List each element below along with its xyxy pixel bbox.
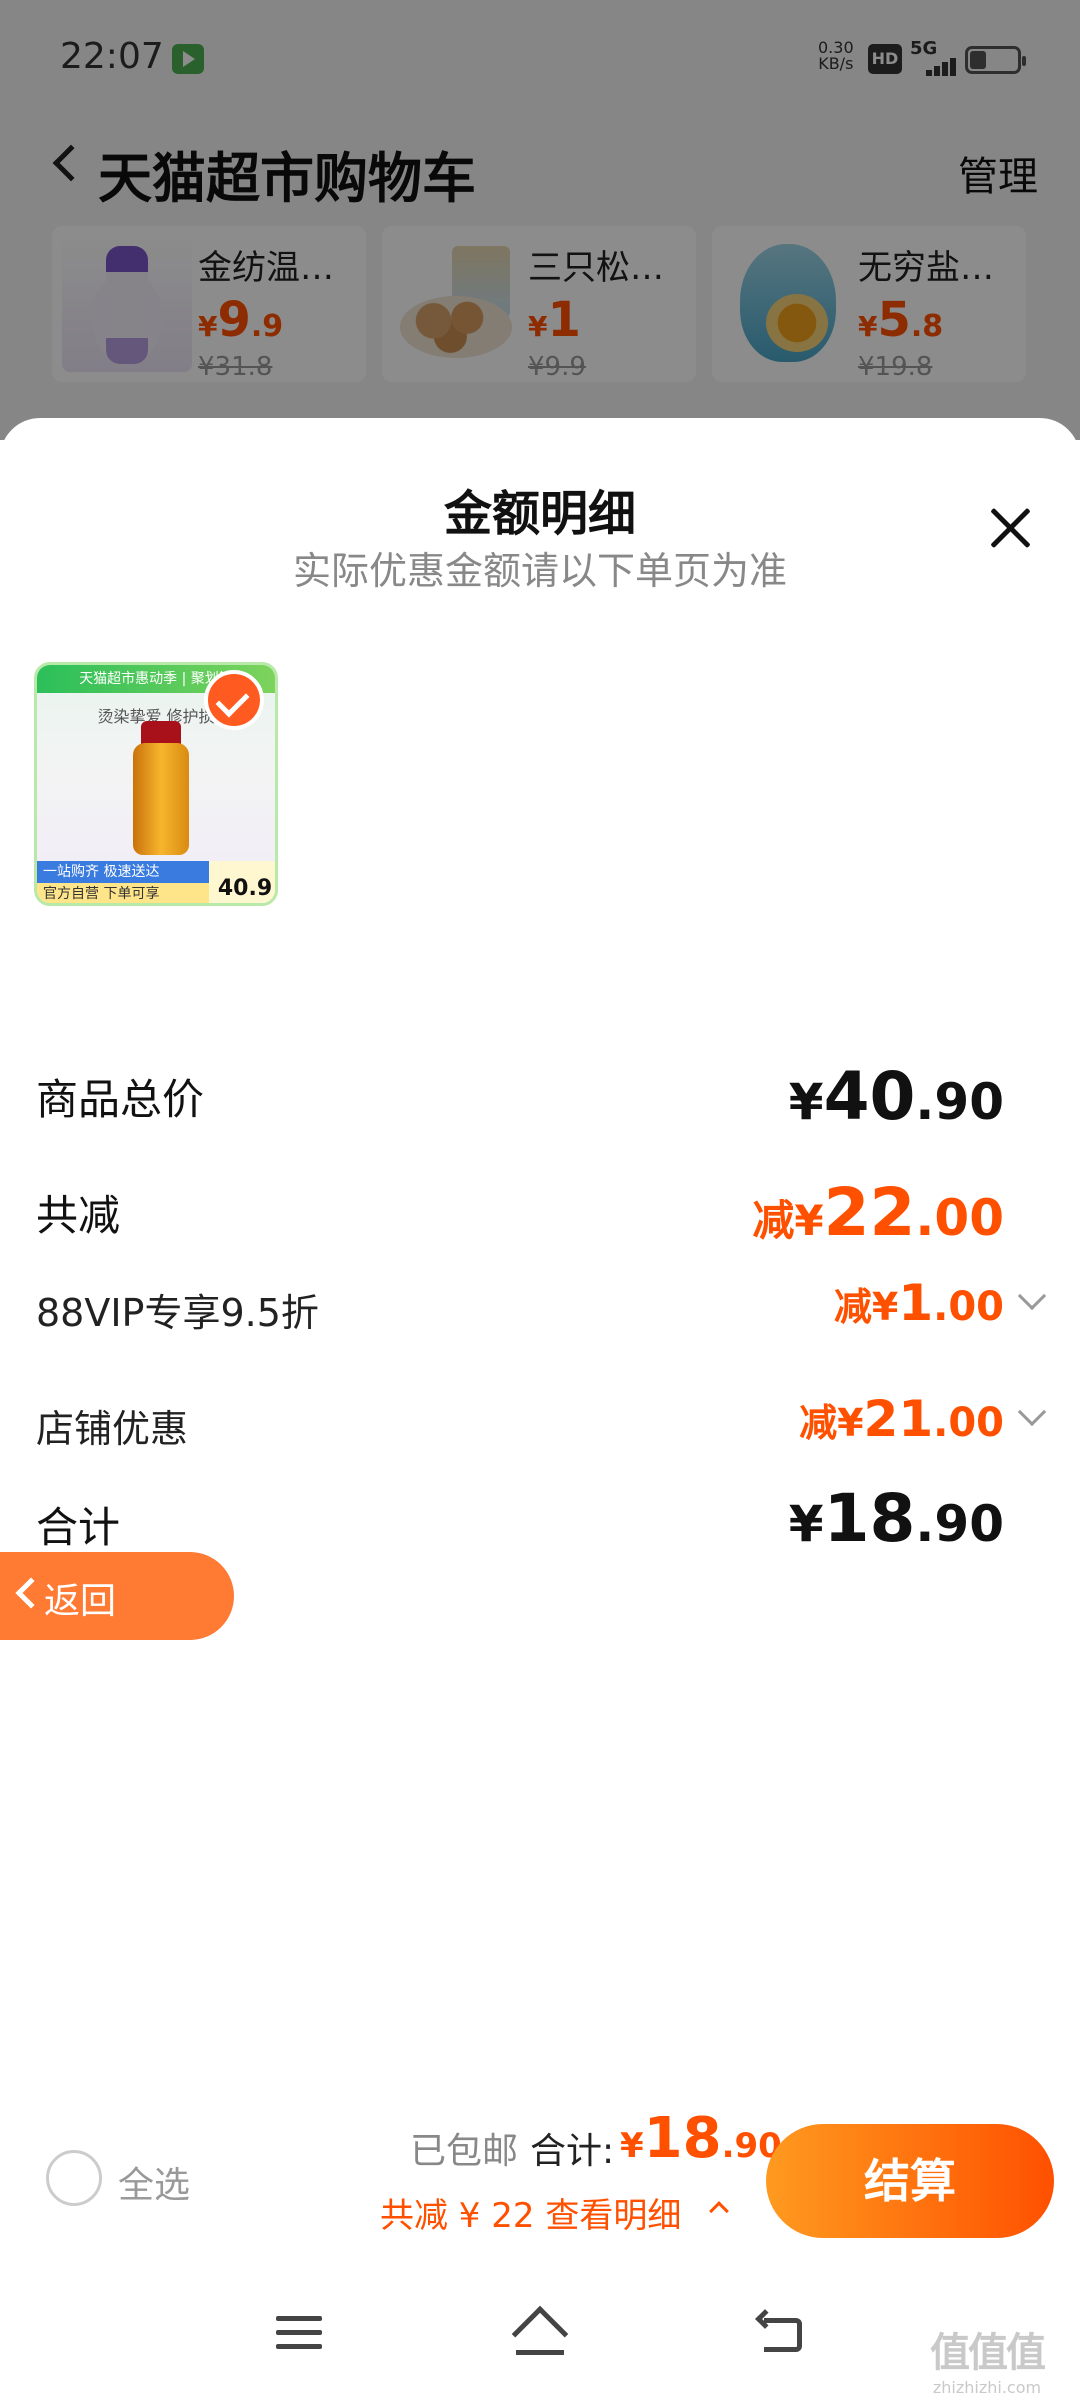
vip-discount-value: 减¥1.00 — [833, 1274, 1004, 1332]
checkout-bar: 全选 已包邮 合计: ¥18.90 共减 ¥ 22 查看明细 结算 — [0, 2098, 1080, 2238]
hair-oil-bottle — [133, 743, 189, 855]
select-all-checkbox[interactable] — [46, 2150, 102, 2206]
goods-total-row: 商品总价 ¥40.90 — [36, 1058, 1004, 1135]
back-arrow-icon — [15, 1577, 47, 1609]
sheet-subtitle: 实际优惠金额请以下单页为准 — [292, 549, 787, 593]
dim-overlay[interactable] — [0, 0, 1080, 440]
watermark: 值值值 zhizhizhi.com — [930, 2330, 1046, 2397]
sum-value: ¥18.90 — [788, 1480, 1004, 1557]
menu-icon[interactable] — [276, 2314, 322, 2352]
sum-row: 合计 ¥18.90 — [36, 1480, 1004, 1557]
free-shipping-label: 已包邮 — [410, 2131, 519, 2172]
selected-check-icon[interactable] — [204, 670, 264, 730]
store-discount-value: 减¥21.00 — [799, 1390, 1004, 1448]
home-icon[interactable] — [510, 2305, 570, 2363]
chevron-down-icon[interactable] — [1017, 1281, 1047, 1311]
chevron-up-icon[interactable] — [709, 2201, 729, 2221]
total-value: ¥18.90 — [620, 2106, 782, 2171]
total-discount-value: 减¥22.00 — [752, 1174, 1004, 1251]
select-all-label[interactable]: 全选 — [118, 2156, 190, 2208]
sheet-title: 金额明细 — [443, 486, 636, 542]
back-icon[interactable] — [755, 2309, 804, 2356]
chevron-down-icon[interactable] — [1017, 1397, 1047, 1427]
checkout-button[interactable]: 结算 — [766, 2124, 1054, 2238]
total-label: 合计: — [530, 2131, 615, 2172]
goods-total-value: ¥40.90 — [788, 1058, 1004, 1135]
view-details-link[interactable]: 共减 ¥ 22 查看明细 — [380, 2188, 681, 2237]
store-discount-row[interactable]: 店铺优惠 减¥21.00 — [36, 1364, 1047, 1451]
close-icon[interactable] — [982, 500, 1038, 556]
system-nav-bar — [0, 2290, 1080, 2400]
return-button[interactable]: 返回 — [0, 1552, 234, 1640]
total-discount-row: 共减 减¥22.00 — [36, 1174, 1004, 1251]
vip-discount-row[interactable]: 88VIP专享9.5折 减¥1.00 — [36, 1248, 1047, 1335]
